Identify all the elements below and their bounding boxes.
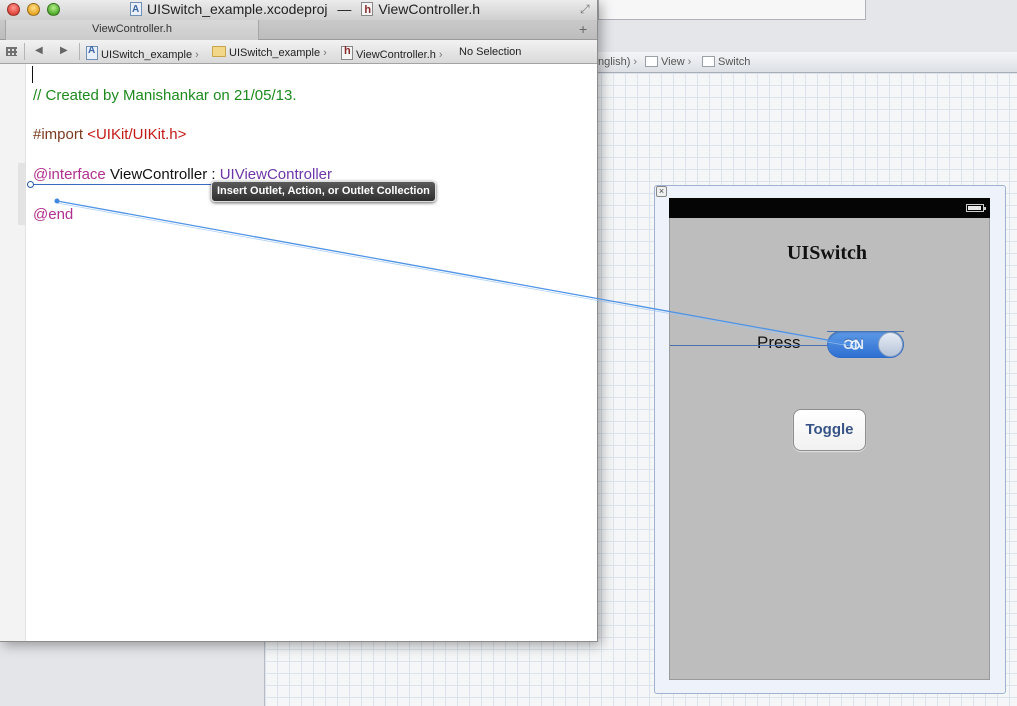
battery-icon [966,204,986,212]
gutter-highlight [18,163,25,225]
chevron-right-icon: › [323,47,327,59]
selection-guide-left [670,345,827,346]
insert-outlet-tooltip: Insert Outlet, Action, or Outlet Collect… [211,181,436,202]
jump-project-label: UISwitch_example [101,49,193,61]
back-arrow-icon[interactable]: ◀ [35,45,43,56]
insertion-indicator-line [34,184,212,185]
divider [79,43,80,60]
left-panel [0,640,265,706]
code-line-import[interactable]: #import <UIKit/UIKit.h> [33,126,186,143]
ib-jump-view[interactable]: View › [645,56,694,68]
ib-jump-view-label: View [661,56,685,68]
title-header-file: ViewController.h [378,1,480,17]
window-close-button[interactable] [7,3,20,16]
window-zoom-button[interactable] [47,3,60,16]
title-separator: — [337,1,352,17]
editor-gutter[interactable] [0,64,26,641]
jump-group-label: UISwitch_example [229,47,321,59]
jump-file[interactable]: ViewController.h› [341,45,446,61]
interface-keyword: @interface [33,166,106,183]
import-path: <UIKit/UIKit.h> [87,126,187,143]
ib-jump-switch-label: Switch [718,56,751,68]
switch-object-icon [702,56,715,67]
add-tab-icon[interactable]: + [579,21,587,38]
chevron-right-icon: › [687,56,692,68]
status-bar [669,198,990,218]
ib-jump-switch[interactable]: Switch [702,56,750,68]
code-line-end[interactable]: @end [33,206,73,223]
ib-jump-partial[interactable]: nglish) › [598,56,640,68]
assistant-editor-window: UISwitch_example.xcodeproj — ViewControl… [0,0,598,642]
scene-title-label[interactable]: UISwitch [669,242,985,265]
jump-group[interactable]: UISwitch_example › [212,46,330,59]
jump-bar: ◀ ▶ UISwitch_example› UISwitch_example› … [0,40,597,64]
close-icon[interactable]: × [656,186,667,197]
chevron-right-icon: › [633,56,638,68]
ib-jump-bar: nglish) › View › Switch [598,52,1017,73]
ib-top-field [598,0,866,20]
related-items-icon[interactable] [6,47,17,56]
fullscreen-icon[interactable]: ⤢ [580,3,593,16]
header-file-icon [361,1,374,19]
toggle-button[interactable]: Toggle [793,409,866,451]
import-directive: #import [33,126,84,143]
switch-state-label: ON [843,336,864,352]
folder-icon [212,46,226,57]
window-title-bar[interactable]: UISwitch_example.xcodeproj — ViewControl… [0,0,597,20]
text-caret [32,66,33,83]
header-file-icon [341,45,353,60]
window-minimize-button[interactable] [27,3,40,16]
switch-knob [878,332,903,357]
xcodeproj-icon [130,1,142,19]
jump-project[interactable]: UISwitch_example› [86,45,202,61]
ib-jump-partial-label: nglish) [598,56,631,68]
divider [24,43,25,60]
tab-bar: ViewController.h + [0,20,597,40]
jump-selection[interactable]: No Selection [459,46,521,58]
xcodeproj-icon [86,45,98,60]
forward-arrow-icon[interactable]: ▶ [60,45,68,56]
class-name: ViewController [109,166,208,183]
insertion-indicator-dot [27,181,34,188]
chevron-right-icon: › [195,49,199,61]
title-project-file: UISwitch_example.xcodeproj [147,1,328,17]
code-line-comment[interactable]: // Created by Manishankar on 21/05/13. [33,87,297,104]
view-icon [645,56,658,67]
uiswitch-control[interactable]: ON [827,331,904,358]
chevron-right-icon: › [438,49,443,61]
tab-viewcontroller-h[interactable]: ViewController.h [5,20,259,40]
window-title: UISwitch_example.xcodeproj — ViewControl… [130,0,480,20]
jump-file-label: ViewController.h [356,49,436,61]
press-label[interactable]: Press [757,333,800,353]
